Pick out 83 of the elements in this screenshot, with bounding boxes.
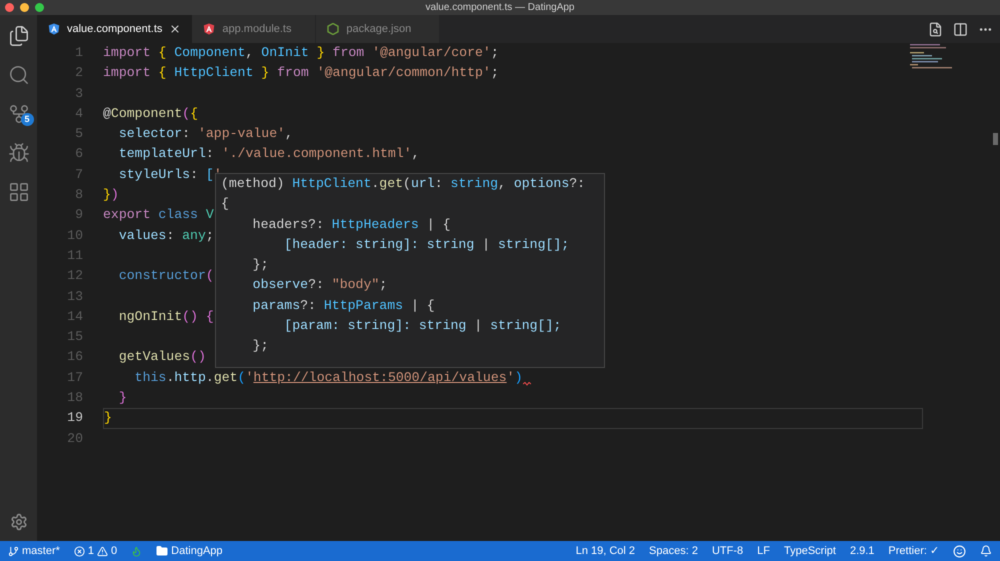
code-line: } — [118, 389, 127, 408]
editor-tab[interactable]: package.json — [316, 15, 440, 43]
line-number: 8 — [75, 186, 83, 204]
preview-icon[interactable] — [928, 22, 943, 36]
code-line: constructor( — [118, 267, 214, 286]
minimize-window-icon[interactable] — [20, 3, 29, 12]
line-number: 3 — [75, 84, 83, 103]
line-number: 17 — [67, 368, 83, 387]
tooltip-line: { — [221, 195, 230, 214]
tooltip-line: headers?: HttpHeaders | { — [252, 216, 452, 234]
line-number: 9 — [75, 206, 83, 224]
maximize-window-icon[interactable] — [35, 3, 44, 12]
status-item[interactable]: Ln 19, Col 2 — [576, 542, 636, 560]
scrollbar-thumb[interactable] — [993, 133, 998, 145]
code-line: import { HttpClient } from '@angular/common/http'; — [103, 64, 499, 82]
line-number: 7 — [75, 166, 83, 184]
line-number: 13 — [67, 288, 83, 306]
status-item[interactable]: UTF-8 — [712, 542, 744, 560]
code-line: this.http.get('http://localhost:5000/api/values') — [134, 368, 522, 387]
tooltip-line: [header: string]: string | string[]; — [283, 236, 570, 254]
code-line: }) — [103, 186, 119, 204]
line-number: 19 — [67, 409, 83, 428]
search-icon[interactable] — [8, 64, 30, 86]
folder-item[interactable]: DatingApp — [156, 542, 223, 560]
tooltip-line: }; — [252, 337, 270, 356]
tooltip-line: (method) HttpClient.get(url: string, options?: — [221, 175, 586, 193]
error-icon — [74, 546, 85, 556]
code-line: ngOnInit() { — [118, 308, 214, 326]
error-count: 1 — [88, 544, 94, 559]
warning-count: 0 — [111, 544, 118, 559]
status-item[interactable]: Prettier: ✓ — [888, 542, 939, 560]
tab-label: app.module.ts — [222, 22, 292, 37]
smiley-icon[interactable] — [953, 544, 966, 558]
tooltip-line: }; — [252, 256, 270, 274]
code-line: values: any; — [118, 226, 214, 245]
line-number: 20 — [67, 430, 83, 448]
code-line: @Component({ — [103, 104, 198, 123]
warning-icon — [97, 546, 108, 556]
files-icon[interactable] — [8, 25, 30, 47]
tab-label: value.component.ts — [67, 22, 162, 37]
bell-icon[interactable] — [980, 545, 992, 557]
tooltip-line: observe?: "body"; — [252, 276, 388, 294]
badge: 5 — [20, 113, 34, 126]
editor-tab[interactable]: value.component.ts — [37, 15, 192, 43]
branch-icon — [8, 546, 19, 556]
line-number: 18 — [67, 389, 83, 408]
line-number: 16 — [67, 348, 83, 366]
tab-label: package.json — [346, 22, 412, 37]
debug-icon[interactable] — [8, 142, 30, 164]
line-number: 11 — [67, 246, 83, 265]
status-item[interactable]: Spaces: 2 — [649, 542, 698, 560]
problems-item[interactable]: 1 0 — [74, 542, 118, 560]
close-icon[interactable] — [169, 23, 182, 35]
tooltip-line: params?: HttpParams | { — [252, 296, 436, 315]
line-number: 5 — [75, 125, 83, 144]
line-number: 2 — [75, 64, 83, 82]
code-line: getValues() — [118, 348, 206, 366]
settings-icon[interactable] — [10, 513, 28, 531]
line-number: 12 — [67, 267, 83, 286]
code-line: styleUrls: [' — [118, 166, 222, 184]
code-line: import { Component, OnInit } from '@angular/core'; — [103, 44, 499, 62]
status-item[interactable]: LF — [757, 542, 770, 560]
code-line: export class V — [103, 206, 214, 224]
code-line: templateUrl: './value.component.html', — [118, 145, 420, 164]
split-editor-icon[interactable] — [953, 22, 968, 36]
line-number: 1 — [75, 44, 83, 62]
editor-tab[interactable]: app.module.ts — [192, 15, 316, 43]
line-number: 4 — [75, 104, 83, 123]
source-control-icon[interactable] — [8, 103, 30, 125]
window-title: value.component.ts — DatingApp — [426, 1, 574, 15]
status-item[interactable]: 2.9.1 — [850, 542, 874, 560]
line-number: 10 — [67, 226, 83, 245]
line-number: 14 — [67, 308, 83, 326]
folder-icon — [156, 545, 168, 557]
tooltip-line: [param: string]: string | string[]; — [283, 317, 562, 336]
branch-item[interactable]: master* — [8, 542, 60, 560]
line-number: 6 — [75, 145, 83, 164]
code-line: selector: 'app-value', — [118, 125, 293, 144]
line-number: 15 — [67, 328, 83, 346]
minimap-drawing — [910, 43, 954, 71]
close-window-icon[interactable] — [5, 3, 14, 12]
extensions-icon[interactable] — [8, 181, 30, 203]
status-item[interactable]: TypeScript — [784, 542, 836, 560]
